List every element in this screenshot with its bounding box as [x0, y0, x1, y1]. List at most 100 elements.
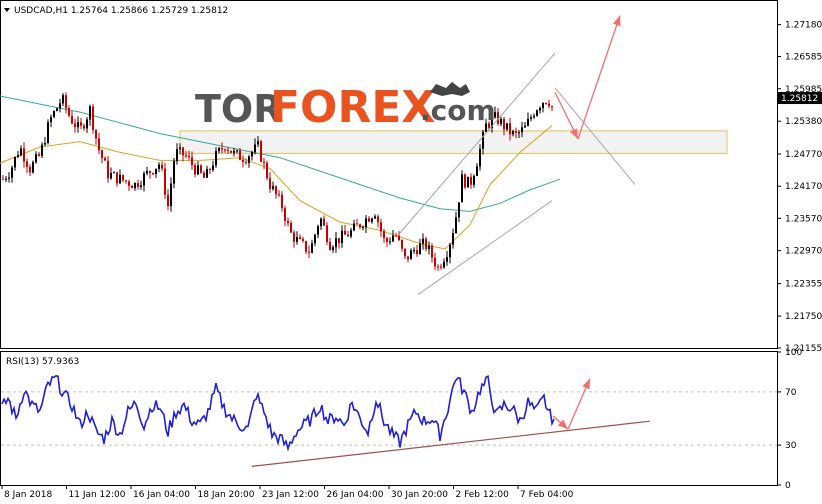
candle-body [464, 174, 466, 188]
watermark-com-text: .com [420, 94, 496, 127]
candle-body [419, 243, 421, 255]
candle-body [143, 173, 145, 186]
candle-body [119, 174, 121, 184]
candle-body [320, 218, 322, 227]
candle-body [20, 148, 22, 156]
candle-body [509, 123, 511, 135]
candle-body [371, 218, 373, 222]
candle-body [53, 111, 55, 117]
candle-body [74, 123, 76, 128]
candle-body [212, 165, 214, 170]
rsi-tick-label: 100 [785, 348, 802, 358]
candle-body [281, 194, 283, 209]
candle-body [104, 158, 106, 161]
candle-body [365, 218, 367, 227]
candle-body [233, 150, 235, 153]
candle-body [533, 115, 535, 118]
candle-body [110, 173, 112, 179]
candle-body [140, 185, 142, 187]
candle-body [128, 181, 130, 186]
candle-body [77, 122, 79, 128]
candle-body [50, 117, 52, 123]
candle-body [2, 178, 4, 180]
symbol-dropdown-icon[interactable] [4, 8, 10, 12]
candle-body [284, 208, 286, 221]
candle-body [515, 131, 517, 133]
symbol-info-text: USDCAD,H1 1.25764 1.25866 1.25729 1.2581… [14, 6, 228, 16]
candle-body [479, 148, 481, 167]
candle-body [434, 257, 436, 267]
price-tick-label: 1.22970 [785, 247, 822, 257]
candle-body [296, 237, 298, 242]
candle-body [308, 251, 310, 253]
candle-body [524, 125, 526, 128]
candle-body [167, 194, 169, 206]
candle-body [377, 216, 379, 223]
candle-body [344, 230, 346, 235]
candle-body [455, 217, 457, 234]
candle-body [209, 169, 211, 170]
candle-body [173, 161, 175, 184]
candle-body [506, 123, 508, 130]
candle-body [269, 178, 271, 189]
candle-body [440, 266, 442, 268]
candle-body [179, 147, 181, 150]
price-chart-svg: TOR FOREX .com USDCAD,H1 1.25764 1.25866… [0, 0, 822, 500]
candle-body [155, 168, 157, 175]
candle-body [527, 118, 529, 126]
candle-body [8, 177, 10, 179]
candle-body [236, 150, 238, 152]
candle-body [113, 172, 115, 174]
candle-body [59, 103, 61, 109]
candle-body [338, 238, 340, 244]
candle-body [395, 235, 397, 237]
candle-body [404, 248, 406, 257]
candle-body [314, 234, 316, 244]
price-tick-label: 1.26585 [785, 53, 822, 63]
candle-body [92, 106, 94, 130]
candle-body [386, 238, 388, 242]
time-tick-label: 11 Jan 12:00 [69, 490, 126, 500]
candle-body [512, 131, 514, 135]
bull-bear-logo-icon [430, 82, 470, 96]
candle-body [398, 235, 400, 240]
candle-body [218, 148, 220, 152]
candle-body [422, 238, 424, 244]
candle-body [227, 149, 229, 151]
candle-body [125, 180, 127, 182]
chart-window: TOR FOREX .com USDCAD,H1 1.25764 1.25866… [0, 0, 822, 504]
candle-body [164, 168, 166, 195]
candle-body [35, 154, 37, 163]
candle-body [443, 261, 445, 268]
candle-body [341, 230, 343, 244]
candle-body [500, 119, 502, 124]
watermark-forex-text: FOREX [270, 82, 435, 133]
candle-body [41, 144, 43, 156]
rsi-line [1, 374, 555, 452]
candle-body [137, 183, 139, 187]
price-tick-label: 1.21750 [785, 312, 822, 322]
candle-body [323, 218, 325, 226]
torforex-watermark: TOR FOREX .com [195, 82, 496, 133]
candle-body [410, 250, 412, 260]
price-forecast-arrow-arrowhead [612, 15, 621, 27]
price-tick-label: 1.24170 [785, 182, 822, 192]
candle-body [101, 150, 103, 159]
candle-body [116, 172, 118, 184]
candle-body [278, 194, 280, 196]
candle-body [203, 172, 205, 178]
candle-body [182, 147, 184, 156]
candle-body [326, 225, 328, 242]
candle-body [425, 238, 427, 249]
candle-body [65, 95, 67, 109]
rsi-tick-label: 70 [785, 388, 797, 398]
candle-body [89, 106, 91, 120]
resistance-zone [179, 130, 728, 154]
candle-body [131, 185, 133, 189]
candle-body [317, 226, 319, 235]
candle-body [332, 247, 334, 250]
candle-body [350, 230, 352, 237]
candle-body [14, 157, 16, 168]
candle-body [461, 174, 463, 203]
price-tick-label: 1.22355 [785, 280, 822, 290]
